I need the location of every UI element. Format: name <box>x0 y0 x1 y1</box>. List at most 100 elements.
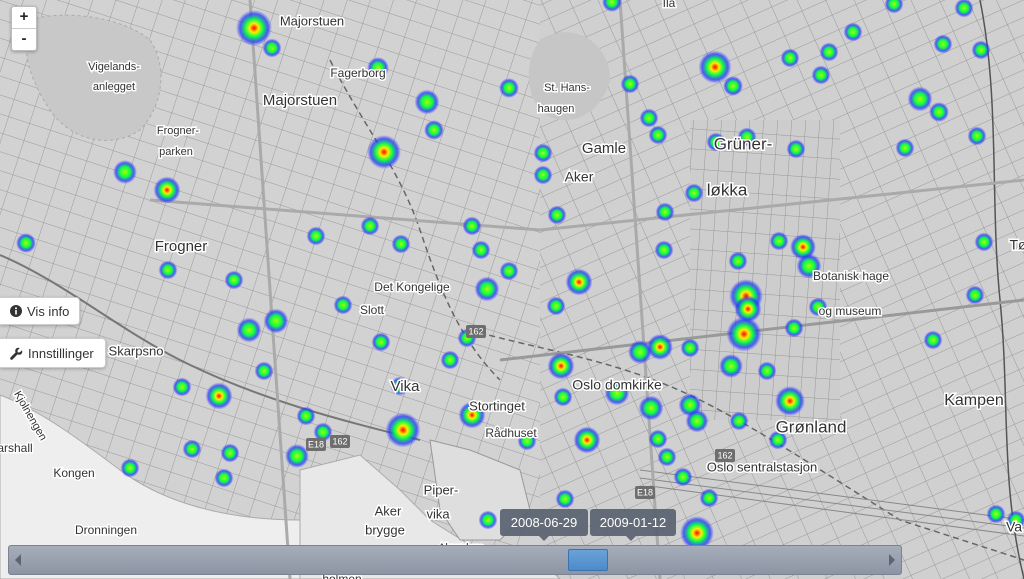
place-label: Dronningen <box>75 523 137 537</box>
heat-point <box>728 251 748 271</box>
heat-point <box>628 340 652 364</box>
heat-point <box>648 125 668 145</box>
heat-point <box>120 458 140 478</box>
place-label: Tø <box>1009 237 1024 253</box>
road-number-label: E18 <box>308 439 324 449</box>
heat-point <box>655 202 675 222</box>
heat-point <box>385 412 421 448</box>
place-label: Majorstuen <box>263 92 337 109</box>
zoom-in-button[interactable]: + <box>12 7 36 28</box>
heat-point <box>360 216 380 236</box>
heat-point <box>657 447 677 467</box>
heat-point <box>478 510 498 530</box>
settings-button[interactable]: Innstillinger <box>0 338 106 368</box>
place-label: Vigelands- <box>88 61 140 73</box>
heat-point <box>974 232 994 252</box>
heat-point <box>254 361 274 381</box>
heat-point <box>620 74 640 94</box>
vis-info-label: Vis info <box>27 303 70 319</box>
heat-point <box>933 34 953 54</box>
place-label: Majorstuen <box>280 13 344 28</box>
road-number-label: E18 <box>637 487 653 497</box>
heat-point <box>654 240 674 260</box>
heat-point <box>546 296 566 316</box>
place-label: Va <box>1006 519 1022 535</box>
heat-point <box>907 86 933 112</box>
heat-point <box>819 42 839 62</box>
heat-point <box>734 295 762 323</box>
slider-left-arrow-icon[interactable] <box>11 546 25 574</box>
heat-point <box>440 350 460 370</box>
wrench-icon <box>10 347 23 360</box>
heat-point <box>699 488 719 508</box>
heat-point <box>638 395 664 421</box>
place-label: Oslo domkirke <box>572 377 662 393</box>
place-label: Kongen <box>53 466 94 480</box>
place-label: Botanisk hage <box>813 269 889 283</box>
heat-point <box>986 504 1006 524</box>
heat-point <box>220 443 240 463</box>
zoom-control: + - <box>11 6 37 51</box>
heat-point <box>414 89 440 115</box>
heat-point <box>333 295 353 315</box>
heat-point <box>965 285 985 305</box>
place-label: St. Hans- <box>544 82 590 94</box>
place-label: Rådhuset <box>485 426 537 440</box>
place-label: og museum <box>819 304 882 318</box>
place-label: løkka <box>707 180 748 199</box>
road-number-label: 162 <box>332 436 347 446</box>
heat-point <box>424 120 444 140</box>
heat-point <box>757 361 777 381</box>
place-label: Slott <box>360 303 385 317</box>
place-label: vika <box>426 506 450 521</box>
heat-point <box>533 165 553 185</box>
place-label: anlegget <box>93 81 135 93</box>
heat-point <box>367 135 401 169</box>
vis-info-button[interactable]: Vis info <box>0 297 80 325</box>
heat-point <box>471 240 491 260</box>
place-label: Kampen <box>944 392 1004 409</box>
place-label: Skarpsno <box>109 343 164 358</box>
place-label: Grüner- <box>714 134 773 153</box>
slider-right-arrow-icon[interactable] <box>885 546 899 574</box>
heat-point <box>262 38 282 58</box>
heat-point <box>843 22 863 42</box>
heat-point <box>895 138 915 158</box>
place-label: Gamle <box>582 140 626 157</box>
place-label: Vika <box>391 378 421 395</box>
heat-point <box>565 268 593 296</box>
place-label: brygge <box>365 522 405 537</box>
map-canvas[interactable]: Majorstuen Majorstuen Fagerborg Vigelands-a… <box>0 0 1024 579</box>
heat-point <box>680 338 700 358</box>
slider-end-date-tooltip: 2009-01-12 <box>590 509 676 541</box>
heat-point <box>113 160 137 184</box>
heat-point <box>16 233 36 253</box>
slider-range-handle[interactable] <box>568 549 608 571</box>
heat-point <box>474 276 500 302</box>
place-label: Frogner <box>155 238 208 255</box>
heat-point <box>775 386 805 416</box>
heat-point <box>769 231 789 251</box>
heat-point <box>391 234 411 254</box>
place-label: Aker <box>565 169 594 185</box>
heat-point <box>639 108 659 128</box>
heat-point <box>263 308 289 334</box>
heat-point <box>971 40 991 60</box>
heat-point <box>573 426 601 454</box>
heat-point <box>462 216 482 236</box>
heat-point <box>685 409 709 433</box>
heat-point <box>811 65 831 85</box>
slider-start-date-tooltip: 2008-06-29 <box>500 509 588 541</box>
place-label: Det Kongelige <box>374 280 450 294</box>
heat-point <box>719 354 743 378</box>
heat-point <box>929 102 949 122</box>
heat-point <box>236 317 262 343</box>
heat-point <box>371 332 391 352</box>
heat-point <box>153 176 181 204</box>
heat-point <box>547 205 567 225</box>
heat-point <box>729 411 749 431</box>
date-range-slider[interactable] <box>8 545 902 575</box>
heat-point <box>172 377 192 397</box>
place-label: Ila <box>663 0 676 10</box>
zoom-out-button[interactable]: - <box>12 28 36 50</box>
